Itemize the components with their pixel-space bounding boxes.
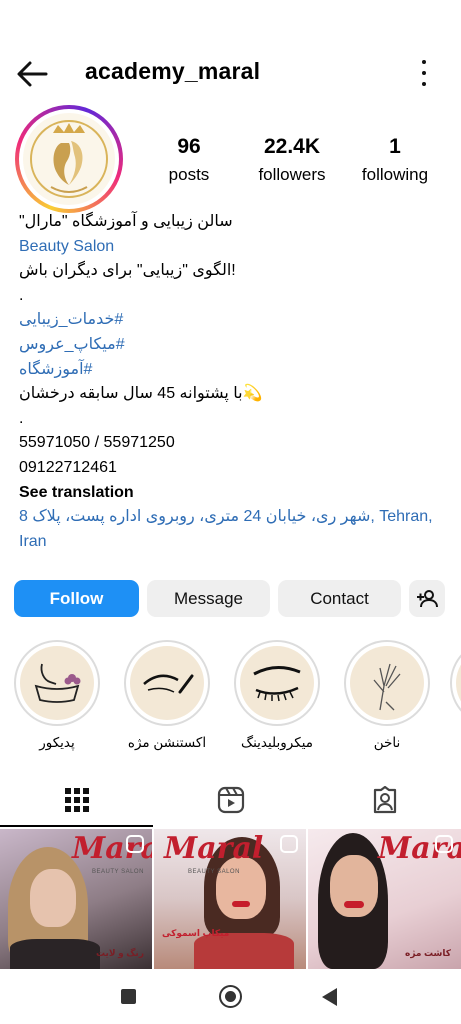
brow-icon: [240, 646, 314, 720]
following-count-value: 1: [389, 135, 401, 158]
tab-reels[interactable]: [154, 772, 307, 827]
profile-username: academy_maral: [85, 58, 261, 84]
bio-hashtag[interactable]: #آموزشگاه: [19, 358, 449, 383]
foot-bath-icon: [20, 646, 94, 720]
follow-button[interactable]: Follow: [14, 580, 139, 617]
post-thumbnail[interactable]: Maral BEAUTY SALON رنگ و لایت: [0, 829, 152, 969]
add-user-button[interactable]: [409, 580, 445, 617]
post-brand: Maral: [164, 831, 264, 866]
profile-avatar[interactable]: [15, 105, 123, 213]
highlight-label: میکروبلیدینگ: [240, 735, 314, 750]
highlight-pedicure[interactable]: پدیکور: [14, 640, 100, 751]
bio-hashtag[interactable]: #میکاپ_عروس: [19, 333, 449, 358]
bio-phones: 55971050 / 55971250: [19, 434, 175, 452]
post-caption: میکاپ اسموکی: [162, 928, 230, 938]
post-thumbnail[interactable]: Maral کاشت مژه: [308, 829, 461, 969]
bio-hashtag[interactable]: #خدمات_زیبایی: [19, 308, 449, 333]
reel-indicator-icon: [280, 835, 298, 853]
posts-count[interactable]: 96 posts: [155, 135, 223, 185]
eyelash-extension-icon: [130, 646, 204, 720]
tab-posts-grid[interactable]: [0, 772, 153, 827]
bio-dot: .: [19, 409, 24, 427]
highlight-label: پدیکور: [39, 735, 75, 750]
academy-logo: [23, 113, 115, 205]
tab-tagged[interactable]: [308, 772, 461, 827]
hand-nails-icon: [350, 646, 424, 720]
contact-button[interactable]: Contact: [278, 580, 401, 617]
person-add-icon: [417, 589, 438, 607]
highlight-nails[interactable]: ناخن: [344, 640, 430, 751]
see-translation-link[interactable]: See translation: [19, 481, 449, 506]
more-vertical-icon[interactable]: [414, 60, 434, 86]
post-thumbnail[interactable]: Maral BEAUTY SALON میکاپ اسموکی: [154, 829, 306, 969]
following-count-label: following: [361, 165, 429, 184]
followers-count[interactable]: 22.4K followers: [250, 135, 334, 185]
bio-address-link[interactable]: شهر ری، خیابان 24 متری، روبروی اداره پست…: [19, 505, 449, 554]
bio-dot: .: [19, 286, 24, 304]
arrow-left-icon[interactable]: [16, 60, 48, 88]
bio-mobile: 09122712461: [19, 458, 117, 476]
home-icon[interactable]: [219, 985, 242, 1008]
followers-count-value: 22.4K: [263, 135, 321, 158]
system-navigation-bar: [0, 969, 461, 1024]
bio-name: سالن زیبایی و آموزشگاه "مارال": [19, 213, 233, 230]
posts-grid: Maral BEAUTY SALON رنگ و لایت Maral BEAU…: [0, 829, 461, 969]
highlight-microblading[interactable]: میکروبلیدینگ: [234, 640, 320, 751]
profile-bio: سالن زیبایی و آموزشگاه "مارال" Beauty Sa…: [19, 210, 449, 554]
highlight-eyelash[interactable]: اکستنشن مژه: [124, 640, 210, 751]
followers-count-label: followers: [258, 165, 326, 184]
post-caption: کاشت مژه: [405, 948, 451, 958]
message-button[interactable]: Message: [147, 580, 270, 617]
tagged-person-icon: [373, 785, 396, 813]
posts-count-value: 96: [177, 135, 201, 158]
grid-icon: [64, 787, 89, 812]
bio-line: !الگوی "زیبایی" برای دیگران باش: [19, 262, 236, 280]
following-count[interactable]: 1 following: [352, 135, 438, 185]
post-brand-sub: BEAUTY SALON: [92, 869, 144, 875]
reel-indicator-icon: [435, 835, 453, 853]
reel-indicator-icon: [126, 835, 144, 853]
highlight-more[interactable]: [450, 640, 461, 726]
reels-icon: [217, 786, 244, 813]
post-caption: رنگ و لایت: [96, 948, 144, 958]
bio-category[interactable]: Beauty Salon: [19, 235, 449, 260]
posts-count-label: posts: [168, 165, 210, 184]
highlight-label: اکستنشن مژه: [127, 735, 207, 750]
profile-tabs: [0, 772, 461, 827]
recent-apps-icon[interactable]: [121, 989, 136, 1004]
back-triangle-icon[interactable]: [322, 988, 337, 1006]
post-brand-sub: BEAUTY SALON: [188, 869, 240, 875]
bio-line: 💫با پشتوانه 45 سال سابقه درخشان: [19, 385, 263, 403]
highlight-label: ناخن: [373, 735, 401, 750]
